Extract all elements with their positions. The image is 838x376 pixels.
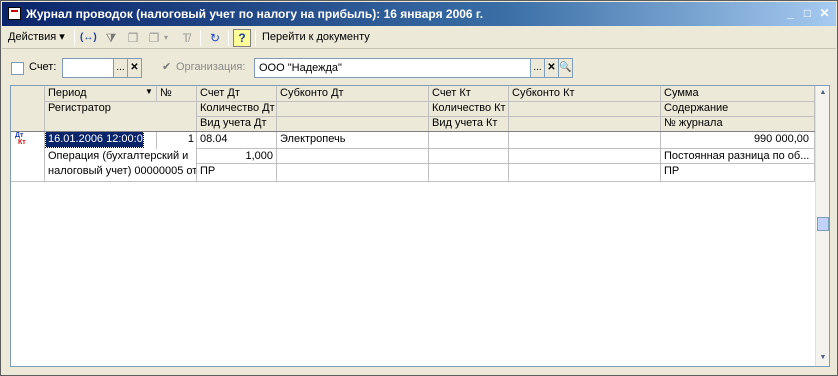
scroll-up-icon[interactable]: ▲: [817, 87, 829, 99]
header-number[interactable]: №: [158, 86, 196, 101]
amount-cell[interactable]: 990 000,00: [662, 132, 813, 147]
registrar-line2[interactable]: налоговый учет) 00000005 от: [46, 164, 197, 179]
organization-input[interactable]: ООО "Надежда": [254, 58, 534, 78]
qty-dt-cell[interactable]: 1,000: [198, 149, 276, 164]
account-input[interactable]: [62, 58, 115, 78]
org-open-icon[interactable]: 🔍: [558, 58, 573, 78]
account-clear-icon[interactable]: ✕: [127, 58, 142, 78]
scroll-thumb[interactable]: [817, 217, 829, 231]
acc-type-dt-cell[interactable]: ПР: [198, 164, 276, 179]
content-cell[interactable]: Постоянная разница по об...: [662, 149, 813, 164]
header-account-dt[interactable]: Счет Дт: [198, 86, 276, 101]
header-registrar[interactable]: Регистратор: [46, 101, 196, 116]
org-checkmark-icon[interactable]: ✔: [162, 60, 171, 73]
scroll-down-icon[interactable]: ▼: [817, 352, 829, 364]
filter-icon[interactable]: ⧩: [102, 29, 120, 47]
copy-icon[interactable]: ❐: [124, 29, 142, 47]
journal-window: Журнал проводок (налоговый учет по налог…: [0, 0, 838, 376]
header-content[interactable]: Содержание: [662, 101, 812, 116]
header-acc-type-kt[interactable]: Вид учета Кт: [430, 116, 508, 131]
title-bar[interactable]: Журнал проводок (налоговый учет по налог…: [2, 2, 836, 26]
goto-document-button[interactable]: Перейти к документу: [262, 29, 370, 47]
dropdown-arrow-icon[interactable]: ▾: [164, 29, 168, 47]
vertical-scrollbar[interactable]: ▲ ▼: [815, 86, 829, 366]
number-cell[interactable]: 1: [158, 132, 196, 147]
switch-view-icon[interactable]: (↔): [79, 29, 97, 47]
header-account-kt[interactable]: Счет Кт: [430, 86, 508, 101]
sort-desc-icon: ▼: [145, 87, 153, 96]
help-icon[interactable]: ?: [233, 29, 251, 47]
header-subconto-dt[interactable]: Субконто Дт: [278, 86, 429, 101]
window-title: Журнал проводок (налоговый учет по налог…: [26, 7, 484, 21]
account-dt-cell[interactable]: 08.04: [198, 132, 276, 147]
kt-icon: Кт: [18, 139, 26, 146]
header-qty-kt[interactable]: Количество Кт: [430, 101, 508, 116]
header-subconto-kt[interactable]: Субконто Кт: [510, 86, 660, 101]
clear-filter-icon[interactable]: T̸: [177, 29, 195, 47]
dt-icon: Дт: [15, 132, 24, 139]
chevron-down-icon: ▾: [56, 31, 65, 43]
header-period[interactable]: Период: [46, 86, 159, 101]
header-journal-no[interactable]: № журнала: [662, 116, 812, 131]
entries-grid[interactable]: Период ▼ № Счет Дт Субконто Дт Счет Кт С…: [10, 85, 830, 367]
toolbar: Действия ▾ (↔) ⧩ ❐ ❐ ▾ T̸ ↻ ? Перейти к …: [2, 27, 836, 49]
subconto-dt-cell[interactable]: Электропечь: [278, 132, 429, 147]
app-icon: [8, 7, 21, 20]
account-select-button[interactable]: ...: [113, 58, 128, 78]
account-checkbox[interactable]: [11, 62, 24, 75]
filter-bar: Счет: ... ✕ ✔ Организация: ООО "Надежда"…: [2, 56, 836, 80]
minimize-icon[interactable]: _: [782, 6, 799, 22]
period-cell[interactable]: 16.01.2006 12:00:01: [45, 131, 144, 148]
org-clear-icon[interactable]: ✕: [544, 58, 559, 78]
actions-label: Действия: [8, 31, 57, 43]
account-label: Счет:: [29, 61, 57, 73]
org-select-button[interactable]: ...: [530, 58, 545, 78]
actions-menu[interactable]: Действия ▾: [8, 29, 65, 47]
journal-no-cell[interactable]: ПР: [662, 164, 813, 179]
refresh-icon[interactable]: ↻: [206, 29, 224, 47]
registrar-line1[interactable]: Операция (бухгалтерский и: [46, 149, 197, 164]
header-acc-type-dt[interactable]: Вид учета Дт: [198, 116, 276, 131]
maximize-icon[interactable]: □: [799, 6, 816, 22]
org-label: Организация:: [176, 61, 246, 73]
header-amount[interactable]: Сумма: [662, 86, 812, 101]
close-icon[interactable]: ✕: [816, 6, 833, 22]
header-qty-dt[interactable]: Количество Дт: [198, 101, 276, 116]
multi-copy-icon[interactable]: ❐: [145, 29, 163, 47]
